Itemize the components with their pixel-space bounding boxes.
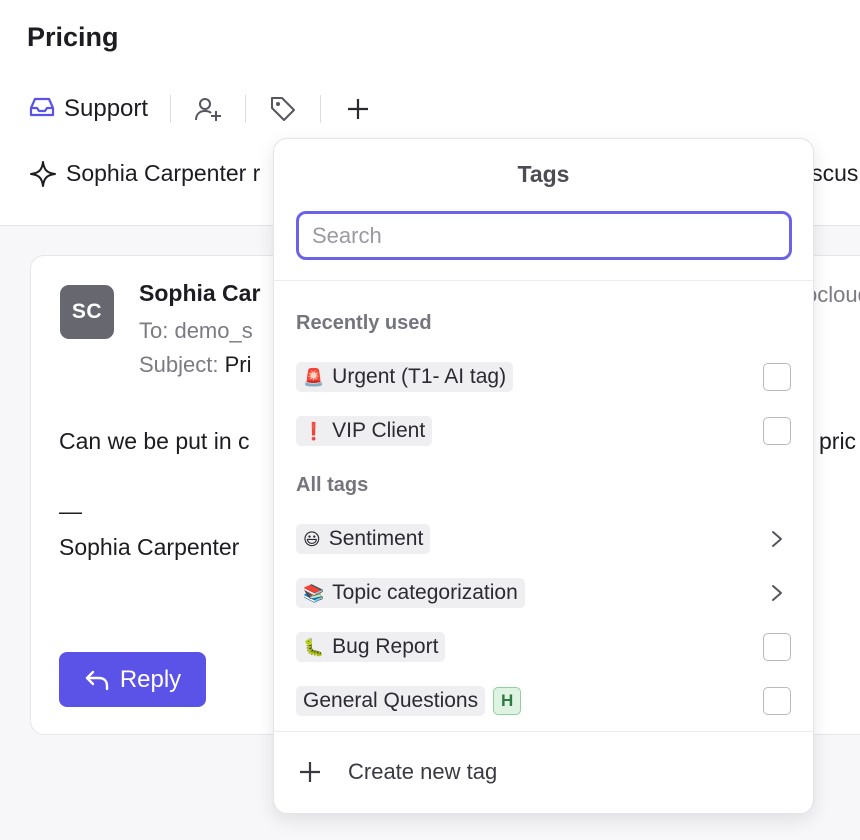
recently-used-header: Recently used	[296, 312, 432, 334]
create-new-tag-label: Create new tag	[348, 759, 498, 784]
avatar: SC	[60, 285, 114, 339]
reply-arrow-icon	[85, 670, 109, 690]
inbox-tray-icon	[28, 95, 56, 124]
subject-line: Subject: Pri	[139, 352, 252, 378]
chevron-right-icon[interactable]	[763, 525, 791, 553]
smiley-icon: 😃	[303, 529, 321, 549]
inbox-selector[interactable]: Support	[28, 95, 148, 124]
tags-search-input[interactable]	[296, 211, 792, 260]
tag-item-bug-report[interactable]: 🐛 Bug Report	[296, 630, 791, 664]
conversation-toolbar: Support	[28, 90, 373, 128]
chevron-right-icon[interactable]	[763, 579, 791, 607]
tag-item-topic-categorization[interactable]: 📚 Topic categorization	[296, 576, 791, 610]
create-new-tag-button[interactable]: Create new tag	[298, 759, 497, 785]
plus-icon	[300, 762, 320, 782]
tag-label: Bug Report	[332, 635, 439, 658]
tag-item-sentiment[interactable]: 😃 Sentiment	[296, 522, 791, 556]
signature-name: Sophia Carpenter	[59, 534, 240, 560]
reply-button[interactable]: Reply	[59, 652, 206, 707]
tag-label: General Questions	[303, 689, 479, 712]
bug-icon: 🐛	[303, 637, 325, 657]
activity-text: Sophia Carpenter r	[66, 160, 261, 186]
plus-icon	[348, 99, 369, 119]
inbox-label: Support	[64, 95, 149, 122]
tag-chip: ❗ VIP Client	[296, 416, 433, 446]
tag-checkbox[interactable]	[763, 363, 791, 391]
shortcut-badge: H	[493, 687, 522, 715]
divider	[274, 731, 813, 732]
tags-popover-title: Tags	[517, 161, 570, 187]
tag-checkbox[interactable]	[763, 687, 791, 715]
add-button[interactable]	[343, 94, 373, 124]
subject-label: Subject:	[139, 352, 219, 377]
all-tags-header: All tags	[296, 474, 369, 496]
tag-label: Urgent (T1- AI tag)	[332, 365, 507, 388]
activity-summary: Sophia Carpenter r	[30, 160, 260, 187]
divider	[274, 280, 813, 281]
tag-chip: 🚨 Urgent (T1- AI tag)	[296, 362, 514, 392]
tag-chip: 😃 Sentiment	[296, 524, 431, 554]
tag-button[interactable]	[268, 94, 298, 124]
sparkle-icon	[30, 160, 56, 187]
toolbar-divider	[170, 95, 172, 123]
tag-chip-group: General Questions H	[296, 686, 522, 716]
tags-popover: Tags Recently used 🚨 Urgent (T1- AI tag)…	[273, 138, 814, 814]
user-plus-icon	[195, 98, 222, 121]
message-body: Can we be put in c	[59, 428, 250, 454]
tag-chip: General Questions	[296, 686, 486, 716]
signature-dash: —	[59, 498, 82, 524]
tag-label: VIP Client	[332, 419, 426, 442]
tag-checkbox[interactable]	[763, 633, 791, 661]
message-body-right: pric	[819, 428, 857, 454]
siren-icon: 🚨	[303, 367, 325, 387]
tag-icon	[271, 97, 296, 121]
page-title: Pricing	[27, 22, 119, 52]
toolbar-divider	[320, 95, 322, 123]
sender-name: Sophia Car	[139, 280, 261, 306]
reply-label: Reply	[119, 665, 182, 693]
tag-item-urgent[interactable]: 🚨 Urgent (T1- AI tag)	[296, 360, 791, 394]
exclamation-icon: ❗	[303, 421, 325, 441]
tag-item-general-questions[interactable]: General Questions H	[296, 684, 791, 718]
books-icon: 📚	[303, 583, 325, 603]
tag-label: Topic categorization	[332, 581, 518, 604]
tag-label: Sentiment	[328, 527, 424, 550]
recipient-line: To: demo_s	[139, 318, 253, 343]
assign-user-button[interactable]	[193, 94, 223, 124]
tag-checkbox[interactable]	[763, 417, 791, 445]
tag-item-vip-client[interactable]: ❗ VIP Client	[296, 414, 791, 448]
tag-chip: 📚 Topic categorization	[296, 578, 525, 608]
tag-chip: 🐛 Bug Report	[296, 632, 446, 662]
toolbar-divider	[245, 95, 247, 123]
subject-value: Pri	[224, 352, 252, 377]
